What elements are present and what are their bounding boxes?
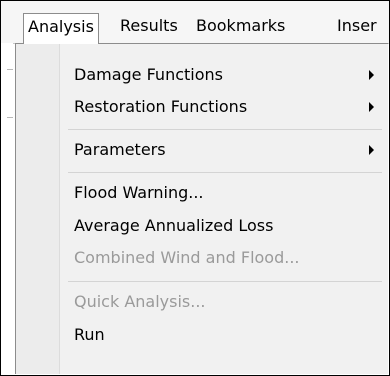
menu-item-quick-analysis-label: Quick Analysis... bbox=[74, 292, 206, 311]
background-mark bbox=[7, 117, 13, 118]
background-window-edge bbox=[1, 43, 13, 375]
menu-icon-gutter bbox=[16, 44, 60, 374]
background-mark bbox=[7, 69, 13, 70]
menu-item-run-label: Run bbox=[74, 325, 105, 344]
menu-item-parameters-label: Parameters bbox=[74, 140, 166, 159]
menu-item-flood-warning[interactable]: Flood Warning... bbox=[74, 179, 204, 207]
menu-bookmarks-label: Bookmarks bbox=[196, 16, 286, 35]
menu-item-restoration-functions-label: Restoration Functions bbox=[74, 97, 248, 116]
menu-insert-label: Inser bbox=[337, 16, 377, 35]
menu-item-flood-warning-label: Flood Warning... bbox=[74, 183, 204, 202]
menu-bar: Analysis Results Bookmarks Inser bbox=[1, 1, 389, 44]
menu-item-average-annualized-loss-label: Average Annualized Loss bbox=[74, 216, 274, 235]
submenu-arrow-icon bbox=[369, 70, 374, 80]
menu-item-average-annualized-loss[interactable]: Average Annualized Loss bbox=[74, 212, 273, 240]
menu-item-combined-wind-and-flood-label: Combined Wind and Flood... bbox=[74, 248, 300, 267]
application-frame: Analysis Results Bookmarks Inser Damage … bbox=[0, 0, 390, 376]
menu-item-parameters[interactable]: Parameters bbox=[74, 136, 166, 164]
menu-separator bbox=[68, 129, 382, 130]
submenu-arrow-icon bbox=[369, 102, 374, 112]
menu-item-combined-wind-and-flood: Combined Wind and Flood... bbox=[74, 244, 300, 272]
menu-analysis-label: Analysis bbox=[28, 17, 94, 36]
menu-results-label: Results bbox=[120, 16, 178, 35]
menu-item-restoration-functions[interactable]: Restoration Functions bbox=[74, 93, 247, 121]
submenu-arrow-icon bbox=[369, 145, 374, 155]
menu-item-damage-functions[interactable]: Damage Functions bbox=[74, 61, 223, 89]
menu-insert[interactable]: Inser bbox=[333, 13, 381, 41]
menu-bookmarks[interactable]: Bookmarks bbox=[192, 13, 289, 41]
menu-analysis[interactable]: Analysis bbox=[23, 13, 99, 44]
menu-item-run[interactable]: Run bbox=[74, 321, 105, 349]
analysis-dropdown-menu: Damage Functions Restoration Functions P… bbox=[15, 43, 388, 374]
menu-item-damage-functions-label: Damage Functions bbox=[74, 65, 223, 84]
menu-item-quick-analysis: Quick Analysis... bbox=[74, 288, 206, 316]
menu-separator bbox=[68, 172, 382, 173]
menu-separator bbox=[68, 281, 382, 282]
menu-results[interactable]: Results bbox=[116, 13, 182, 41]
